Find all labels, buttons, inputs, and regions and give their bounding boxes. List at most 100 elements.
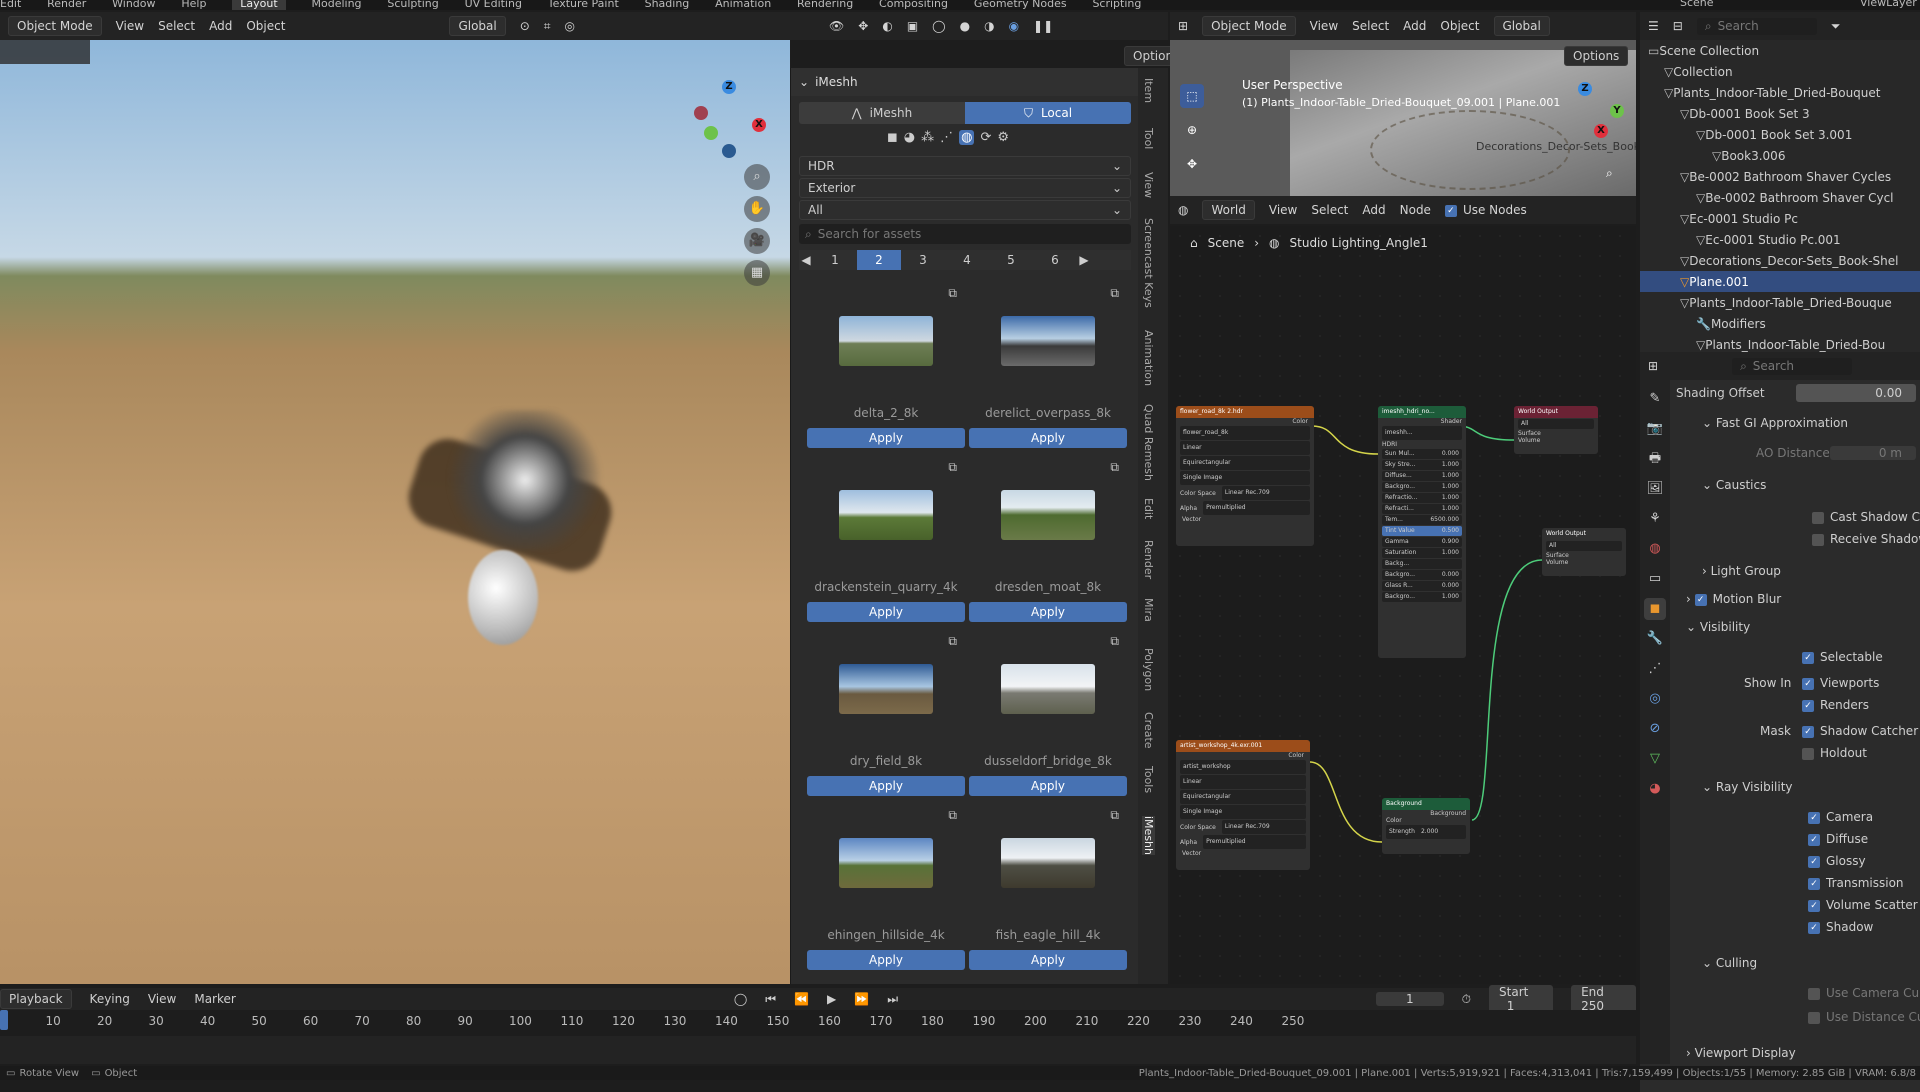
asset-thumbnail[interactable]	[839, 316, 933, 366]
properties-search-input[interactable]: ⌕ Search	[1732, 357, 1853, 375]
scene-tab-icon[interactable]: ⚘	[1644, 508, 1666, 530]
workspace-tab-scripting[interactable]: Scripting	[1092, 0, 1141, 10]
sidebar-tab-screencast-keys[interactable]: Screencast Keys	[1142, 218, 1155, 308]
material-type-icon[interactable]: ◕	[904, 130, 915, 145]
sidebar-tab-tools[interactable]: Tools	[1142, 766, 1155, 793]
group-input-field[interactable]: Tem... 6500.000	[1382, 515, 1462, 525]
alpha-dropdown[interactable]: Premultiplied	[1203, 835, 1306, 849]
workspace-tab-geometry-nodes[interactable]: Geometry Nodes	[974, 0, 1067, 10]
workspace-tab-shading[interactable]: Shading	[645, 0, 690, 10]
outliner-type-icon[interactable]: ☰	[1648, 19, 1659, 33]
gizmo-neg-z-icon[interactable]	[722, 144, 736, 158]
asset-thumbnail[interactable]	[839, 490, 933, 540]
viewport-menu-select[interactable]: Select	[158, 19, 195, 33]
source-dropdown[interactable]: Single Image	[1180, 471, 1310, 485]
page-5[interactable]: 5	[989, 250, 1033, 270]
group-datablock[interactable]: imeshh...	[1382, 426, 1462, 440]
asset-card[interactable]: ⧉ fish_eagle_hill_4k Apply	[969, 804, 1127, 976]
caustics-section[interactable]: ⌄ Caustics	[1702, 478, 1766, 492]
apply-button[interactable]: Apply	[807, 950, 965, 970]
glossy-ray-checkbox[interactable]: ✓ Glossy	[1808, 854, 1866, 868]
particles-tab-icon[interactable]: ⋰	[1644, 658, 1666, 680]
settings-gear-icon[interactable]: ⚙	[997, 130, 1009, 145]
outliner-item[interactable]: ▽ Collection	[1640, 61, 1920, 82]
workspace-tab-animation[interactable]: Animation	[715, 0, 771, 10]
outliner-search-input[interactable]: ⌕ Search	[1696, 17, 1817, 35]
asset-thumbnail[interactable]	[1001, 838, 1095, 888]
3d-viewport[interactable]: Z X ⌕ ✋ 🎥 ▦	[0, 40, 790, 984]
viewport-menu-view[interactable]: View	[116, 19, 144, 33]
zoom-icon[interactable]: ⌕	[744, 164, 770, 190]
workspace-tab-uv-editing[interactable]: UV Editing	[465, 0, 522, 10]
selection-mode-icons[interactable]	[0, 40, 90, 64]
sidebar-tab-create[interactable]: Create	[1142, 712, 1155, 749]
menu-render[interactable]: Render	[47, 0, 86, 10]
node-menu-select[interactable]: Select	[1311, 203, 1348, 217]
group-input-field[interactable]: Backg...	[1382, 559, 1462, 569]
ortho-grid-icon[interactable]: ▦	[744, 260, 770, 286]
bouquet-flowers[interactable]	[440, 410, 610, 550]
asset-card[interactable]: ⧉ derelict_overpass_8k Apply	[969, 282, 1127, 454]
outliner-item[interactable]: ▽ Plane.001	[1640, 271, 1920, 292]
mini-gizmo-x-icon[interactable]: X	[1594, 124, 1608, 138]
use-nodes-checkbox[interactable]: ✓ Use Nodes	[1444, 203, 1527, 217]
frame-ruler[interactable]: 0102030405060708090100110120130140150160…	[0, 1010, 1636, 1036]
marker-menu[interactable]: Marker	[194, 992, 235, 1006]
filter-dropdown[interactable]: All ⌄	[799, 200, 1131, 220]
selectable-checkbox[interactable]: ✓ Selectable	[1802, 650, 1883, 664]
gizmo-toggle-icon[interactable]: ✥	[858, 19, 868, 33]
workspace-tab-rendering[interactable]: Rendering	[797, 0, 853, 10]
gizmo-neg-x-icon[interactable]	[694, 106, 708, 120]
projection-dropdown[interactable]: Equirectangular	[1180, 456, 1310, 470]
interpolation-dropdown[interactable]: Linear	[1180, 441, 1310, 455]
sidebar-tab-quad-remesh[interactable]: Quad Remesh	[1142, 404, 1155, 481]
transmission-ray-checkbox[interactable]: ✓ Transmission	[1808, 876, 1904, 890]
outliner-item[interactable]: ▭ Scene Collection	[1640, 40, 1920, 61]
image-preview-icon[interactable]: ⧉	[1110, 460, 1119, 475]
shadow-ray-checkbox[interactable]: ✓ Shadow	[1808, 920, 1873, 934]
prev-keyframe-icon[interactable]: ⏪	[794, 992, 809, 1006]
menu-window[interactable]: Window	[112, 0, 155, 10]
shading-wire-icon[interactable]: ◯	[932, 19, 945, 33]
background-node[interactable]: Background Background Color Strength 2.00…	[1382, 798, 1470, 854]
sidebar-tab-polygon[interactable]: Polygon	[1142, 648, 1155, 691]
sidebar-tab-view[interactable]: View	[1142, 172, 1155, 198]
outliner-item[interactable]: ▽ Plants_Indoor-Table_Dried-Bou	[1640, 334, 1920, 352]
display-mode-icon[interactable]: ⊟	[1673, 19, 1683, 33]
mini-options-dropdown[interactable]: Options	[1564, 46, 1629, 66]
image-preview-icon[interactable]: ⧉	[948, 634, 957, 649]
apply-button[interactable]: Apply	[969, 950, 1127, 970]
asset-thumbnail[interactable]	[839, 664, 933, 714]
shading-material-icon[interactable]: ◑	[984, 19, 994, 33]
stopwatch-icon[interactable]: ⏱	[1462, 992, 1471, 1007]
gizmo-z-icon[interactable]: Z	[722, 80, 736, 94]
xray-icon[interactable]: ▣	[907, 19, 918, 33]
use-distance-cull-checkbox[interactable]: Use Distance Cull	[1808, 1010, 1920, 1024]
image-file-field[interactable]: flower_road_8k	[1180, 426, 1310, 440]
outliner-item[interactable]: ▽ Db-0001 Book Set 3.001	[1640, 124, 1920, 145]
apply-button[interactable]: Apply	[969, 776, 1127, 796]
sidebar-tab-edit[interactable]: Edit	[1142, 498, 1155, 519]
node-menu-node[interactable]: Node	[1400, 203, 1431, 217]
visibility-icon[interactable]: 👁	[829, 19, 844, 33]
image-preview-icon[interactable]: ⧉	[1110, 634, 1119, 649]
group-input-field[interactable]: Gamma 0.900	[1382, 537, 1462, 547]
asset-card[interactable]: ⧉ dusseldorf_bridge_8k Apply	[969, 630, 1127, 802]
volume-scatter-ray-checkbox[interactable]: ✓ Volume Scatter	[1808, 898, 1918, 912]
editor-type-icon[interactable]: ⊞	[1178, 19, 1188, 33]
shading-offset-field[interactable]: 0.00	[1796, 384, 1916, 402]
apply-button[interactable]: Apply	[807, 602, 965, 622]
sidebar-tab-mira[interactable]: Mira	[1142, 598, 1155, 622]
mini-menu-add[interactable]: Add	[1403, 19, 1426, 33]
group-input-field[interactable]: Backgro... 1.000	[1382, 592, 1462, 602]
asset-thumbnail[interactable]	[839, 838, 933, 888]
asset-card[interactable]: ⧉ dresden_moat_8k Apply	[969, 456, 1127, 628]
color-space-dropdown[interactable]: Linear Rec.709	[1221, 486, 1310, 500]
move-tool-icon[interactable]: ✥	[1180, 152, 1204, 176]
outliner-item[interactable]: ▽ Plants_Indoor-Table_Dried-Bouque	[1640, 292, 1920, 313]
sidebar-tab-animation[interactable]: Animation	[1142, 330, 1155, 386]
mini-gizmo-y-icon[interactable]: Y	[1610, 104, 1624, 118]
image-preview-icon[interactable]: ⧉	[1110, 808, 1119, 823]
material-tab-icon[interactable]: ◕	[1644, 778, 1666, 800]
outliner-item[interactable]: ▽ Ec-0001 Studio Pc	[1640, 208, 1920, 229]
